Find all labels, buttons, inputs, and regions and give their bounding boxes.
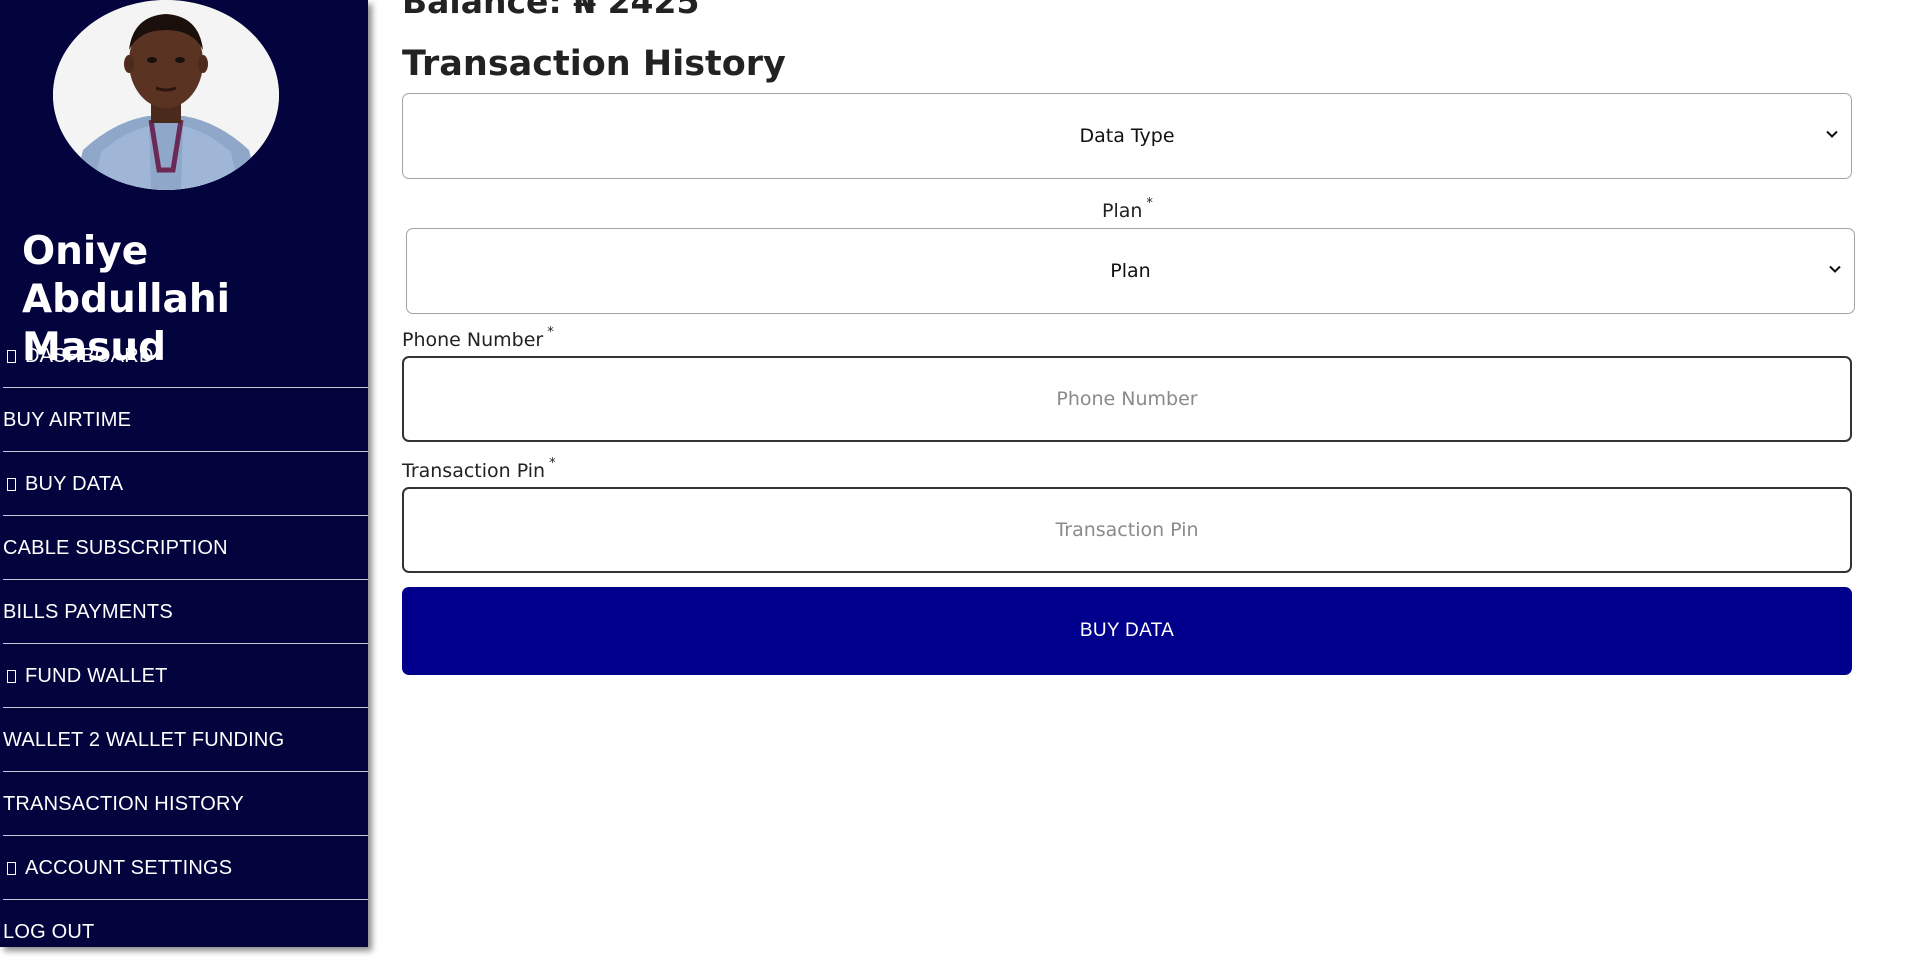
- data-type-select-value: Data Type: [1079, 125, 1175, 147]
- phone-number-label: Phone Number *: [402, 325, 554, 351]
- avatar: [53, 0, 279, 190]
- sidebar-item-transaction-history[interactable]: TRANSACTION HISTORY: [0, 772, 368, 836]
- placeholder-square-icon: [7, 669, 16, 683]
- sidebar-item-label: LOG OUT: [3, 920, 95, 943]
- profile-photo: [53, 0, 279, 190]
- sidebar-item-label: FUND WALLET: [25, 664, 168, 687]
- phone-number-input[interactable]: [402, 356, 1852, 442]
- sidebar: Oniye Abdullahi Masud DASHBOARD BUY AIRT…: [0, 0, 368, 947]
- plan-label: Plan *: [1102, 196, 1153, 222]
- plan-select-value: Plan: [1110, 260, 1151, 282]
- sidebar-item-bills-payments[interactable]: BILLS PAYMENTS: [0, 580, 368, 644]
- wallet-balance: Balance: ₦ 2425: [402, 0, 700, 21]
- sidebar-item-label: DASHBOARD: [25, 344, 154, 367]
- sidebar-item-label: BUY DATA: [25, 472, 124, 495]
- sidebar-item-fund-wallet[interactable]: FUND WALLET: [0, 644, 368, 708]
- sidebar-item-cable-subscription[interactable]: CABLE SUBSCRIPTION: [0, 516, 368, 580]
- chevron-down-icon: [1829, 265, 1841, 273]
- placeholder-square-icon: [7, 477, 16, 491]
- transaction-pin-input[interactable]: [402, 487, 1852, 573]
- sidebar-item-buy-data[interactable]: BUY DATA: [0, 452, 368, 516]
- page-title: Transaction History: [402, 44, 786, 84]
- sidebar-item-account-settings[interactable]: ACCOUNT SETTINGS: [0, 836, 368, 900]
- placeholder-square-icon: [7, 349, 16, 363]
- required-marker: *: [549, 456, 556, 471]
- chevron-down-icon: [1826, 130, 1838, 138]
- placeholder-square-icon: [7, 861, 16, 875]
- plan-select[interactable]: Plan: [406, 228, 1855, 314]
- sidebar-nav: DASHBOARD BUY AIRTIME BUY DATA CABLE SUB…: [0, 324, 368, 964]
- sidebar-item-label: ACCOUNT SETTINGS: [25, 856, 233, 879]
- sidebar-item-buy-airtime[interactable]: BUY AIRTIME: [0, 388, 368, 452]
- sidebar-item-label: CABLE SUBSCRIPTION: [3, 536, 228, 559]
- sidebar-item-log-out[interactable]: LOG OUT: [0, 900, 368, 964]
- sidebar-item-label: WALLET 2 WALLET FUNDING: [3, 728, 285, 751]
- sidebar-item-label: BILLS PAYMENTS: [3, 600, 173, 623]
- data-type-select[interactable]: Data Type: [402, 93, 1852, 179]
- sidebar-item-label: TRANSACTION HISTORY: [3, 792, 244, 815]
- required-marker: *: [1146, 196, 1153, 211]
- required-marker: *: [547, 325, 554, 340]
- transaction-pin-label: Transaction Pin *: [402, 456, 556, 482]
- sidebar-item-wallet-2-wallet-funding[interactable]: WALLET 2 WALLET FUNDING: [0, 708, 368, 772]
- buy-data-button[interactable]: BUY DATA: [402, 587, 1852, 675]
- sidebar-item-label: BUY AIRTIME: [3, 408, 132, 431]
- sidebar-item-dashboard[interactable]: DASHBOARD: [0, 324, 368, 388]
